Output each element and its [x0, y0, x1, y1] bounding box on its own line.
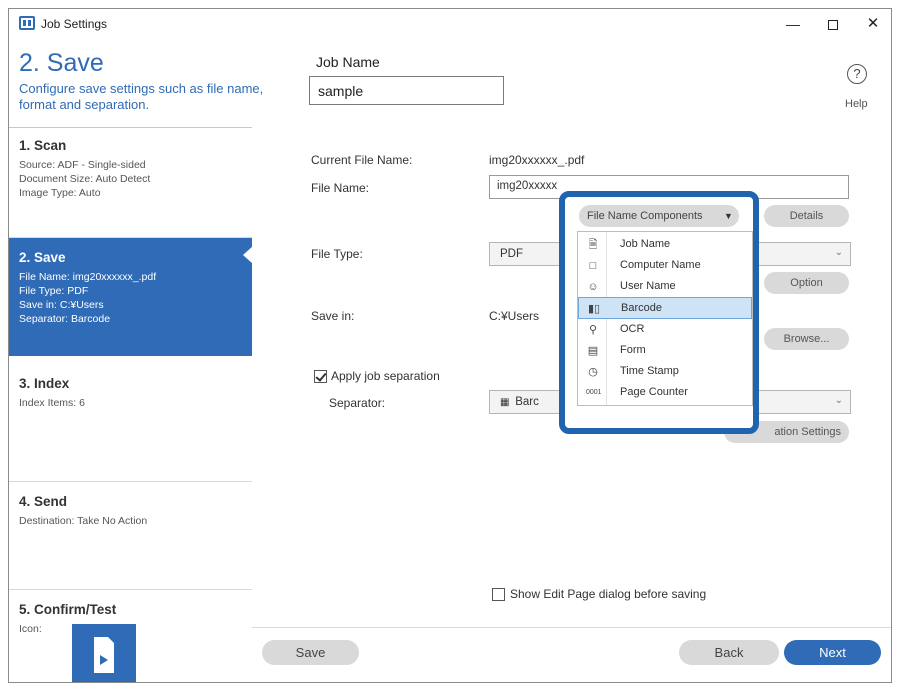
menu-item-label: Barcode — [621, 302, 662, 314]
current-file-name-value: img20xxxxxx_.pdf — [489, 153, 585, 167]
maximize-icon — [828, 20, 838, 31]
separator-icon: ▦ — [500, 397, 510, 408]
show-edit-page-checkbox[interactable] — [492, 588, 505, 601]
menu-item-label: Job Name — [620, 238, 671, 250]
ocr-icon: ⚲ — [588, 324, 598, 336]
job-settings-window: Job Settings — ✕ 2. Save Configure save … — [8, 8, 892, 683]
menu-item-computer-name[interactable]: □ Computer Name — [578, 255, 752, 277]
apply-job-separation-checkbox[interactable] — [314, 370, 327, 383]
sidebar-step-index[interactable]: 3. Index Index Items: 6 — [9, 364, 252, 482]
user-icon: ☺ — [587, 281, 599, 293]
file-name-components-label: File Name Components — [587, 210, 703, 222]
job-name-label: Job Name — [316, 54, 380, 70]
document-icon — [94, 637, 114, 673]
computer-icon: □ — [589, 260, 597, 272]
file-name-label: File Name: — [311, 181, 370, 195]
job-name-input[interactable]: sample — [309, 76, 504, 105]
separator-label: Separator: — [329, 396, 386, 410]
menu-item-barcode[interactable]: ▮▯ Barcode — [578, 297, 752, 319]
step-title: 4. Send — [19, 494, 68, 509]
step-detail: Save in: C:¥Users — [19, 299, 104, 311]
app-scanner-icon — [19, 16, 35, 30]
file-type-label: File Type: — [311, 247, 363, 261]
save-button[interactable]: Save — [262, 640, 359, 665]
file-name-components-popup: File Name Components ▼ 🗎 Job Name □ Comp… — [559, 191, 759, 434]
step-title: 1. Scan — [19, 138, 67, 153]
menu-item-label: Form — [620, 344, 646, 356]
menu-item-label: User Name — [620, 280, 676, 292]
step-detail: Source: ADF - Single-sided — [19, 159, 146, 171]
menu-item-label: OCR — [620, 323, 645, 335]
file-name-components-menu: 🗎 Job Name □ Computer Name ☺ User Name ▮… — [577, 231, 753, 406]
footer-divider — [252, 627, 891, 628]
save-in-value: C:¥Users — [489, 309, 540, 323]
close-button[interactable]: ✕ — [853, 9, 891, 39]
back-button[interactable]: Back — [679, 640, 779, 665]
menu-item-time-stamp[interactable]: ◷ Time Stamp — [578, 361, 752, 383]
details-button[interactable]: Details — [764, 205, 849, 227]
barcode-icon: ▮▯ — [587, 303, 601, 315]
page-description: Configure save settings such as file nam… — [19, 81, 264, 112]
form-icon: ▤ — [587, 345, 599, 357]
chevron-down-icon: ⌄ — [834, 247, 843, 258]
steps-sidebar: 1. Scan Source: ADF - Single-sided Docum… — [9, 127, 253, 682]
file-name-components-button[interactable]: File Name Components ▼ — [579, 205, 739, 227]
time-stamp-icon: ◷ — [588, 366, 598, 378]
menu-item-job-name[interactable]: 🗎 Job Name — [578, 234, 752, 256]
sidebar-step-send[interactable]: 4. Send Destination: Take No Action — [9, 482, 252, 590]
minimize-button[interactable]: — — [773, 9, 813, 39]
sidebar-step-save[interactable]: 2. Save File Name: img20xxxxxx_.pdf File… — [9, 238, 253, 356]
menu-item-label: Page Counter — [620, 386, 688, 398]
current-file-name-label: Current File Name: — [311, 153, 413, 167]
apply-job-separation-label[interactable]: Apply job separation — [331, 369, 440, 383]
step-title: 3. Index — [19, 376, 70, 391]
caret-down-icon: ▼ — [724, 211, 733, 221]
separator-value: Barc — [515, 396, 539, 408]
step-detail: File Type: PDF — [19, 285, 89, 297]
menu-item-form[interactable]: ▤ Form — [578, 340, 752, 362]
option-button[interactable]: Option — [764, 272, 849, 294]
step-detail: Separator: Barcode — [19, 313, 111, 325]
menu-item-label: Computer Name — [620, 259, 701, 271]
step-detail: Image Type: Auto — [19, 187, 101, 199]
maximize-button[interactable] — [813, 9, 853, 39]
help-label[interactable]: Help — [845, 98, 868, 110]
chevron-down-icon: ⌄ — [834, 395, 843, 406]
window-title: Job Settings — [41, 17, 108, 31]
help-icon[interactable]: ? — [847, 64, 867, 84]
menu-item-user-name[interactable]: ☺ User Name — [578, 276, 752, 298]
document-icon: 🗎 — [588, 239, 598, 251]
file-type-value: PDF — [500, 248, 523, 260]
step-detail: Document Size: Auto Detect — [19, 173, 151, 185]
step-detail: Destination: Take No Action — [19, 515, 148, 527]
sidebar-step-scan[interactable]: 1. Scan Source: ADF - Single-sided Docum… — [9, 128, 252, 238]
page-counter-icon: 0001 — [586, 389, 602, 396]
show-edit-page-label[interactable]: Show Edit Page dialog before saving — [510, 587, 706, 601]
menu-item-label: Time Stamp — [620, 365, 679, 377]
menu-item-ocr[interactable]: ⚲ OCR — [578, 319, 752, 341]
page-title: 2. Save — [19, 49, 104, 77]
menu-item-page-counter[interactable]: 0001 Page Counter — [578, 382, 752, 404]
next-button[interactable]: Next — [784, 640, 881, 665]
browse-button[interactable]: Browse... — [764, 328, 849, 350]
play-icon — [100, 655, 108, 665]
step-detail: Index Items: 6 — [19, 397, 85, 409]
title-bar: Job Settings — ✕ — [9, 9, 891, 39]
job-icon[interactable] — [72, 624, 136, 682]
step-title: 5. Confirm/Test — [19, 602, 117, 617]
step-title: 2. Save — [19, 250, 66, 265]
save-in-label: Save in: — [311, 309, 355, 323]
sidebar-step-confirm[interactable]: 5. Confirm/Test Icon: — [9, 590, 252, 682]
step-detail: File Name: img20xxxxxx_.pdf — [19, 271, 157, 283]
